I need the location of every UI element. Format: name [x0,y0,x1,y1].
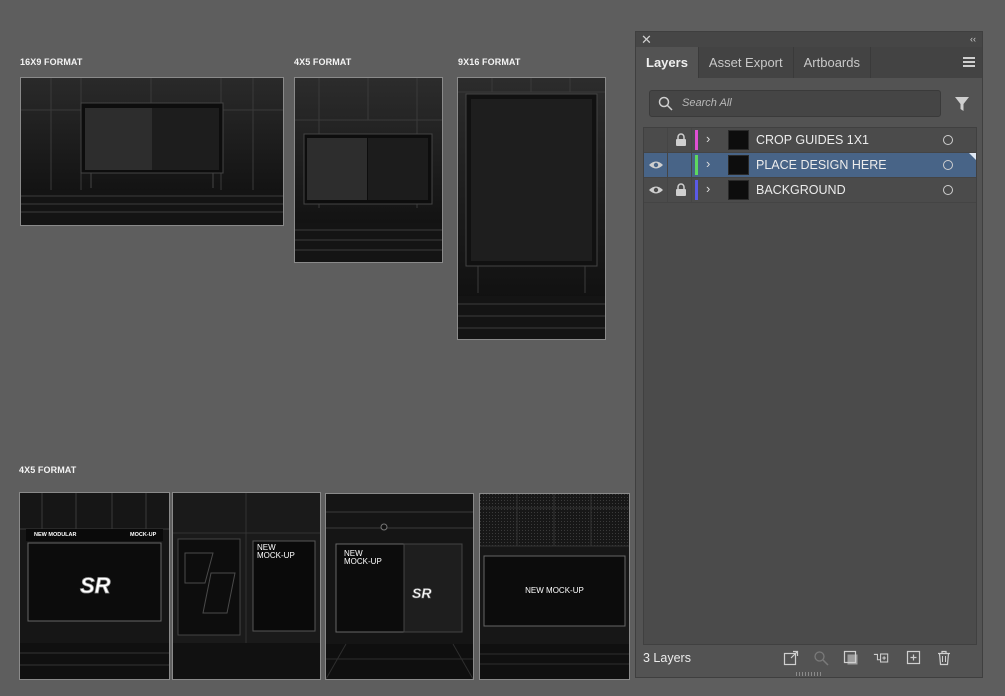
artboard-9x16[interactable] [457,77,606,340]
target-circle-icon[interactable] [943,135,953,145]
mockup-preview-1[interactable]: SR NEW MODULAR MOCK-UP [19,492,170,680]
panel-tabs: Layers Asset Export Artboards [636,47,982,78]
close-icon[interactable]: ✕ [641,32,652,47]
locate-object-icon[interactable] [813,650,829,666]
tab-artboards[interactable]: Artboards [794,47,871,78]
tab-layers[interactable]: Layers [636,47,699,78]
target-circle-icon[interactable] [943,160,953,170]
layer-count: 3 Layers [643,651,691,665]
format-label-9x16: 9X16 FORMAT [458,57,521,67]
layer-color-bar [695,180,698,200]
mockup-preview-4[interactable]: NEW MOCK-UP [479,493,630,680]
export-icon[interactable] [783,650,799,666]
format-label-4x5-bottom: 4X5 FORMAT [19,465,77,475]
tab-asset-export[interactable]: Asset Export [699,47,794,78]
panel-titlebar: ✕ ‹‹ [636,32,982,47]
clipping-mask-icon[interactable] [843,650,859,666]
svg-text:SR: SR [80,573,111,598]
eye-icon[interactable] [648,183,664,197]
layer-row-crop-guides[interactable]: › CROP GUIDES 1X1 [644,128,976,153]
resize-grip[interactable] [796,672,822,676]
search-icon [658,96,673,111]
search-input[interactable]: Search All [682,97,732,109]
layer-color-bar [695,155,698,175]
selection-indicator-icon [969,153,976,160]
new-layer-icon[interactable] [906,650,922,666]
search-field[interactable]: Search All [649,90,941,117]
mockup-1-title-right: MOCK-UP [130,532,157,538]
expand-chevron-icon[interactable]: › [706,131,710,146]
mockup-2-title-line2: MOCK-UP [257,551,295,560]
format-label-16x9: 16X9 FORMAT [20,57,83,67]
layers-panel: ✕ ‹‹ Layers Asset Export Artboards Searc… [635,31,983,678]
new-sublayer-icon[interactable] [873,650,889,666]
layer-thumbnail [728,130,749,150]
artboard-4x5[interactable] [294,77,443,263]
layer-name[interactable]: CROP GUIDES 1X1 [756,133,869,147]
mockup-1-title-left: NEW MODULAR [34,532,77,538]
panel-menu-icon[interactable] [963,57,975,69]
expand-chevron-icon[interactable]: › [706,181,710,196]
artboard-16x9[interactable] [20,77,284,226]
trash-icon[interactable] [936,650,952,666]
layers-list: › CROP GUIDES 1X1 › PLACE DESIGN HERE › … [643,127,977,645]
format-label-4x5: 4X5 FORMAT [294,57,352,67]
expand-chevron-icon[interactable]: › [706,156,710,171]
filter-icon[interactable] [954,96,970,112]
mockup-3-title: NEW MOCK-UP [344,550,382,566]
eye-icon[interactable] [648,158,664,172]
target-circle-icon[interactable] [943,185,953,195]
svg-text:SR: SR [412,585,432,601]
layer-row-place-design[interactable]: › PLACE DESIGN HERE [644,153,976,178]
mockup-4-title: NEW MOCK-UP [525,586,584,595]
collapse-panel-icon[interactable]: ‹‹ [970,32,976,47]
layer-thumbnail [728,180,749,200]
lock-icon[interactable] [675,133,687,147]
mockup-preview-3[interactable]: SR NEW MOCK-UP [325,493,474,680]
layer-name[interactable]: BACKGROUND [756,183,846,197]
layer-thumbnail [728,155,749,175]
lock-icon[interactable] [675,183,687,197]
layer-name[interactable]: PLACE DESIGN HERE [756,158,887,172]
mockup-2-title: NEW MOCK-UP [257,544,295,560]
mockup-3-title-line2: MOCK-UP [344,557,382,566]
panel-footer: 3 Layers [636,646,982,672]
mockup-preview-2[interactable]: NEW MOCK-UP [172,492,321,680]
layer-row-background[interactable]: › BACKGROUND [644,178,976,203]
layer-color-bar [695,130,698,150]
